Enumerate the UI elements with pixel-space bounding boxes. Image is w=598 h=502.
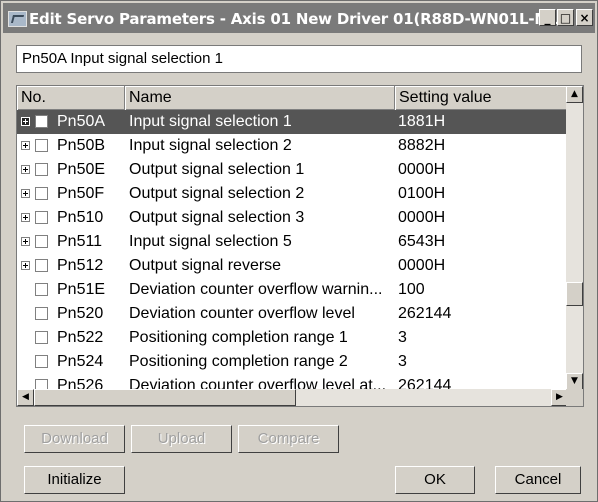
list-header: No. Name Setting value: [17, 86, 568, 110]
parameter-value: 8882H: [398, 137, 446, 154]
parameter-number: Pn50B: [57, 137, 106, 154]
column-header-setting-value[interactable]: Setting value: [395, 86, 568, 110]
parameter-value: 1881H: [398, 113, 446, 130]
table-row[interactable]: Pn510 Output signal selection 3 0000H: [17, 206, 568, 230]
row-checkbox[interactable]: [35, 163, 48, 176]
expand-icon[interactable]: [21, 213, 30, 222]
vertical-scroll-thumb[interactable]: [566, 282, 583, 306]
expand-icon[interactable]: [21, 165, 30, 174]
parameter-value: 0000H: [398, 209, 446, 226]
app-icon: [8, 11, 27, 27]
table-row[interactable]: Pn522 Positioning completion range 1 3: [17, 326, 568, 350]
parameter-name: Deviation counter overflow warnin...: [129, 281, 383, 298]
parameter-description-field: Pn50A Input signal selection 1: [16, 45, 582, 73]
cancel-button[interactable]: Cancel: [495, 466, 581, 494]
expand-icon[interactable]: [21, 141, 30, 150]
table-row[interactable]: Pn512 Output signal reverse 0000H: [17, 254, 568, 278]
row-checkbox[interactable]: [35, 259, 48, 272]
parameter-name: Positioning completion range 2: [129, 353, 348, 370]
parameter-name: Deviation counter overflow level: [129, 305, 355, 322]
parameter-number: Pn50F: [57, 185, 105, 202]
table-row[interactable]: Pn51E Deviation counter overflow warnin..…: [17, 278, 568, 302]
parameter-value: 3: [398, 329, 407, 346]
vertical-scrollbar[interactable]: ▲ ▼: [566, 86, 583, 390]
parameter-number: Pn511: [57, 233, 103, 250]
parameter-name: Input signal selection 5: [129, 233, 292, 250]
parameter-value: 3: [398, 353, 407, 370]
window-title: Edit Servo Parameters - Axis 01 New Driv…: [29, 10, 575, 28]
parameter-value: 262144: [398, 305, 452, 322]
table-row[interactable]: Pn50B Input signal selection 2 8882H: [17, 134, 568, 158]
parameter-number: Pn524: [57, 353, 104, 370]
row-checkbox[interactable]: [35, 235, 48, 248]
parameter-name: Output signal reverse: [129, 257, 282, 274]
parameter-number: Pn512: [57, 257, 104, 274]
parameter-name: Positioning completion range 1: [129, 329, 348, 346]
table-row[interactable]: Pn50E Output signal selection 1 0000H: [17, 158, 568, 182]
horizontal-scrollbar[interactable]: ◀ ▶: [17, 389, 568, 406]
parameter-number: Pn50A: [57, 113, 106, 130]
expand-icon[interactable]: [21, 261, 30, 270]
parameter-name: Output signal selection 3: [129, 209, 305, 226]
row-checkbox[interactable]: [35, 331, 48, 344]
table-row[interactable]: Pn511 Input signal selection 5 6543H: [17, 230, 568, 254]
parameter-name: Input signal selection 2: [129, 137, 292, 154]
row-checkbox[interactable]: [35, 211, 48, 224]
minimize-button[interactable]: _: [539, 9, 556, 26]
table-row[interactable]: Pn520 Deviation counter overflow level 262…: [17, 302, 568, 326]
parameter-number: Pn510: [57, 209, 104, 226]
parameter-list[interactable]: No. Name Setting value Pn50A Input signal…: [16, 85, 584, 407]
parameter-value: 6543H: [398, 233, 446, 250]
parameter-number: Pn51E: [57, 281, 106, 298]
edit-servo-parameters-dialog: Edit Servo Parameters - Axis 01 New Driv…: [0, 0, 598, 502]
column-header-no[interactable]: No.: [17, 86, 125, 110]
row-checkbox[interactable]: [35, 283, 48, 296]
initialize-button[interactable]: Initialize: [24, 466, 125, 494]
ok-button[interactable]: OK: [395, 466, 475, 494]
row-checkbox[interactable]: [35, 115, 48, 128]
scroll-up-button[interactable]: ▲: [566, 86, 583, 103]
scroll-down-button[interactable]: ▼: [566, 373, 583, 390]
row-checkbox[interactable]: [35, 139, 48, 152]
compare-button[interactable]: Compare: [238, 425, 339, 453]
close-button[interactable]: ×: [576, 9, 593, 26]
parameter-name: Output signal selection 2: [129, 185, 305, 202]
row-checkbox[interactable]: [35, 187, 48, 200]
parameter-number: Pn50E: [57, 161, 106, 178]
expand-icon[interactable]: [21, 237, 30, 246]
parameter-value: 100: [398, 281, 425, 298]
table-row[interactable]: Pn524 Positioning completion range 2 3: [17, 350, 568, 374]
horizontal-scroll-thumb[interactable]: [34, 389, 296, 406]
parameter-name: Input signal selection 1: [129, 113, 292, 130]
parameter-value: 0000H: [398, 257, 446, 274]
parameter-number: Pn522: [57, 329, 104, 346]
table-row[interactable]: Pn50A Input signal selection 1 1881H: [17, 110, 568, 134]
parameter-name: Output signal selection 1: [129, 161, 305, 178]
row-checkbox[interactable]: [35, 307, 48, 320]
scroll-left-button[interactable]: ◀: [17, 389, 34, 406]
expand-icon[interactable]: [21, 117, 30, 126]
download-button[interactable]: Download: [24, 425, 125, 453]
scrollbar-corner: [566, 389, 583, 406]
expand-icon[interactable]: [21, 189, 30, 198]
upload-button[interactable]: Upload: [131, 425, 232, 453]
parameter-value: 0000H: [398, 161, 446, 178]
maximize-button[interactable]: □: [557, 9, 574, 26]
table-row[interactable]: Pn50F Output signal selection 2 0100H: [17, 182, 568, 206]
column-header-name[interactable]: Name: [125, 86, 395, 110]
parameter-number: Pn520: [57, 305, 104, 322]
parameter-value: 0100H: [398, 185, 446, 202]
row-checkbox[interactable]: [35, 355, 48, 368]
title-bar[interactable]: Edit Servo Parameters - Axis 01 New Driv…: [3, 3, 595, 33]
